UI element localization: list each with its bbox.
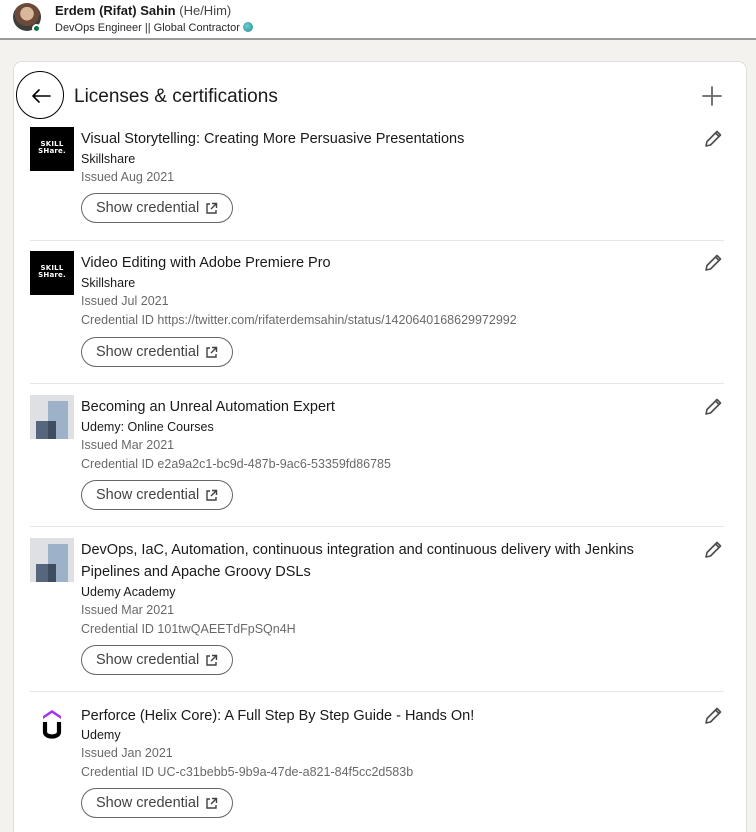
list-item: Perforce (Helix Core): A Full Step By St…	[30, 704, 724, 819]
profile-name[interactable]: Erdem (Rifat) Sahin	[55, 3, 176, 18]
show-credential-label: Show credential	[96, 487, 200, 503]
skillshare-logo[interactable]: SKILL SHare.	[30, 251, 74, 295]
pencil-icon[interactable]	[702, 252, 724, 274]
show-credential-button[interactable]: Show credential	[81, 337, 233, 367]
certification-title[interactable]: Video Editing with Adobe Premiere Pro	[81, 252, 671, 274]
certification-title[interactable]: Perforce (Helix Core): A Full Step By St…	[81, 705, 671, 727]
arrow-left-icon	[32, 89, 51, 103]
globe-icon	[242, 22, 253, 32]
udemy-courses-logo[interactable]	[30, 395, 74, 439]
pencil-icon[interactable]	[702, 128, 724, 150]
show-credential-label: Show credential	[96, 652, 200, 668]
external-link-icon	[206, 346, 218, 358]
issue-date: Issued Aug 2021	[81, 170, 175, 184]
certification-title[interactable]: Visual Storytelling: Creating More Persu…	[81, 128, 671, 150]
profile-headline: DevOps Engineer || Global Contractor	[55, 22, 240, 34]
divider	[30, 691, 724, 692]
issuing-organization: Skillshare	[81, 152, 136, 166]
show-credential-button[interactable]: Show credential	[81, 480, 233, 510]
list-item: Becoming an Unreal Automation Expert Ude…	[30, 395, 724, 515]
pencil-icon[interactable]	[702, 539, 724, 561]
credential-id: Credential ID e2a9a2c1-bc9d-487b-9ac6-53…	[81, 457, 391, 471]
issue-date: Issued Mar 2021	[81, 438, 175, 452]
pencil-icon[interactable]	[702, 705, 724, 727]
issuing-organization: Udemy	[81, 728, 121, 742]
page-title: Licenses & certifications	[74, 86, 278, 107]
credential-id: Credential ID https://twitter.com/rifate…	[81, 313, 517, 327]
list-item: DevOps, IaC, Automation, continuous inte…	[30, 538, 724, 678]
divider	[30, 526, 724, 527]
issuing-organization: Skillshare	[81, 276, 136, 290]
add-license-button[interactable]	[699, 83, 725, 109]
certification-title[interactable]: Becoming an Unreal Automation Expert	[81, 396, 671, 418]
back-button[interactable]	[16, 71, 64, 119]
profile-name-line[interactable]: Erdem (Rifat) Sahin (He/Him)	[55, 3, 231, 18]
list-item: SKILL SHare. Visual Storytelling: Creati…	[30, 127, 724, 227]
profile-headline-line: DevOps Engineer || Global Contractor	[55, 22, 253, 34]
logo-block	[48, 564, 56, 582]
udemy-logo-mark	[42, 710, 62, 739]
issue-date: Issued Mar 2021	[81, 603, 175, 617]
show-credential-button[interactable]: Show credential	[81, 788, 233, 818]
list-item: SKILL SHare. Video Editing with Adobe Pr…	[30, 251, 724, 371]
profile-header: Erdem (Rifat) Sahin (He/Him) DevOps Engi…	[0, 0, 756, 40]
issue-date: Issued Jan 2021	[81, 746, 173, 760]
issuing-organization: Udemy: Online Courses	[81, 420, 214, 434]
external-link-icon	[206, 202, 218, 214]
show-credential-label: Show credential	[96, 795, 200, 811]
external-link-icon	[206, 489, 218, 501]
certification-title[interactable]: DevOps, IaC, Automation, continuous inte…	[81, 539, 671, 583]
issuing-organization: Udemy Academy	[81, 585, 176, 599]
online-status-indicator	[32, 24, 41, 33]
divider	[30, 383, 724, 384]
plus-icon	[702, 86, 722, 106]
show-credential-label: Show credential	[96, 344, 200, 360]
divider	[30, 240, 724, 241]
external-link-icon	[206, 654, 218, 666]
profile-pronouns: (He/Him)	[179, 3, 232, 18]
show-credential-button[interactable]: Show credential	[81, 193, 233, 223]
skillshare-logo-text-2: SHare.	[38, 271, 66, 279]
credential-id: Credential ID UC-c31bebb5-9b9a-47de-a821…	[81, 765, 414, 779]
external-link-icon	[206, 797, 218, 809]
show-credential-label: Show credential	[96, 200, 200, 216]
issue-date: Issued Jul 2021	[81, 294, 169, 308]
skillshare-logo[interactable]: SKILL SHare.	[30, 127, 74, 171]
skillshare-logo-text-2: SHare.	[38, 147, 66, 155]
pencil-icon[interactable]	[702, 396, 724, 418]
udemy-academy-logo[interactable]	[30, 538, 74, 582]
show-credential-button[interactable]: Show credential	[81, 645, 233, 675]
logo-block	[48, 421, 56, 439]
udemy-logo[interactable]	[30, 704, 74, 748]
credential-id: Credential ID 101twQAEETdFpSQn4H	[81, 622, 296, 636]
